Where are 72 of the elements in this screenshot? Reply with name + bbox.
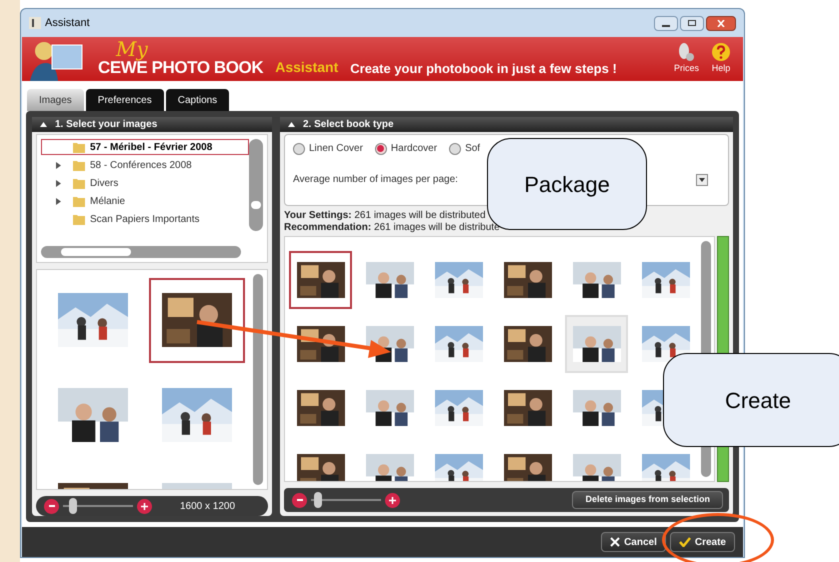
collapse-icon[interactable]: [288, 122, 295, 127]
horizontal-scrollbar[interactable]: [41, 246, 241, 258]
help-icon: [711, 42, 731, 62]
window-title: Assistant: [45, 16, 90, 31]
app-icon: [29, 17, 41, 29]
slider-thumb[interactable]: [314, 492, 322, 508]
maximize-button[interactable]: [680, 16, 704, 30]
folder-icon: [72, 194, 86, 208]
coins-icon: [676, 42, 696, 62]
tab[interactable]: Preferences: [86, 89, 164, 111]
minimize-button[interactable]: [654, 16, 678, 30]
panel-title: 1. Select your images: [55, 118, 158, 132]
folder-item[interactable]: Scan Papiers Importants: [41, 211, 249, 227]
folder-icon: [72, 158, 86, 172]
panel-title: 2. Select book type: [303, 118, 394, 132]
folder-name: Mélanie: [90, 194, 126, 208]
plus-icon: [141, 502, 148, 510]
collapse-icon[interactable]: [40, 122, 47, 127]
thumbnail[interactable]: [289, 251, 352, 309]
vertical-scrollbar[interactable]: [249, 139, 263, 231]
expand-arrow-icon[interactable]: [56, 198, 61, 204]
images-per-page-dropdown[interactable]: [696, 174, 708, 186]
cover-option[interactable]: Hardcover: [374, 141, 438, 156]
radio-button[interactable]: [293, 142, 305, 154]
folder-name: 58 - Conférences 2008: [90, 158, 192, 172]
settings-text: Your Settings: 261 images will be distributed: [284, 210, 487, 222]
zoom-slider[interactable]: [63, 498, 133, 514]
tab[interactable]: Captions: [166, 89, 230, 111]
close-button[interactable]: [706, 16, 736, 30]
radio-button[interactable]: [374, 142, 387, 154]
expand-arrow-icon[interactable]: [56, 180, 61, 186]
folder-item[interactable]: Mélanie: [41, 193, 249, 209]
help-button[interactable]: Help: [711, 42, 731, 76]
thumbnail[interactable]: [149, 278, 245, 363]
tab[interactable]: Images: [27, 89, 84, 111]
close-icon: [610, 537, 620, 547]
prices-button[interactable]: Prices: [674, 42, 699, 76]
folder-item[interactable]: 58 - Conférences 2008: [41, 157, 249, 173]
zoom-out-button[interactable]: [44, 498, 59, 514]
close-icon: [717, 20, 725, 26]
folder-icon: [72, 176, 86, 190]
dropdown-arrow-icon: [699, 178, 705, 182]
folder-name: Scan Papiers Importants: [90, 212, 200, 226]
folder-icon: [72, 140, 86, 154]
expand-arrow-icon[interactable]: [56, 162, 61, 168]
cover-option[interactable]: Sof: [449, 141, 480, 156]
folder-item[interactable]: Divers: [41, 175, 249, 191]
folder-name: Divers: [90, 176, 118, 190]
logo-script: My: [116, 39, 148, 59]
tagline: Create your photobook in just a few steps !: [350, 60, 617, 78]
folder-name: 57 - Méribel - Février 2008: [90, 140, 212, 154]
recommendation-text: Recommendation: 261 images will be distribute: [284, 222, 501, 234]
slider-thumb[interactable]: [69, 498, 78, 514]
logo-text: CEWE PHOTO BOOK: [98, 59, 264, 77]
delete-images-button[interactable]: Delete images from selection: [572, 491, 723, 509]
images-per-page-label: Average number of images per page:: [293, 173, 458, 187]
plus-icon: [389, 496, 396, 504]
radio-button[interactable]: [449, 142, 462, 154]
image-size-label: 1600 x 1200: [180, 500, 236, 514]
cancel-button[interactable]: Cancel: [601, 532, 666, 552]
callout-tooltip: Create: [663, 353, 839, 447]
folder-icon: [72, 212, 86, 226]
vertical-scrollbar[interactable]: [253, 274, 263, 485]
zoom-out-button[interactable]: [292, 492, 307, 508]
cover-option[interactable]: Linen Cover: [293, 141, 363, 156]
zoom-slider[interactable]: [311, 492, 381, 508]
zoom-in-button[interactable]: [385, 492, 400, 508]
folder-item[interactable]: 57 - Méribel - Février 2008: [41, 139, 249, 155]
assistant-label: Assistant: [275, 58, 338, 77]
check-icon: [678, 537, 691, 547]
create-button[interactable]: Create: [670, 532, 735, 552]
zoom-in-button[interactable]: [137, 498, 152, 514]
